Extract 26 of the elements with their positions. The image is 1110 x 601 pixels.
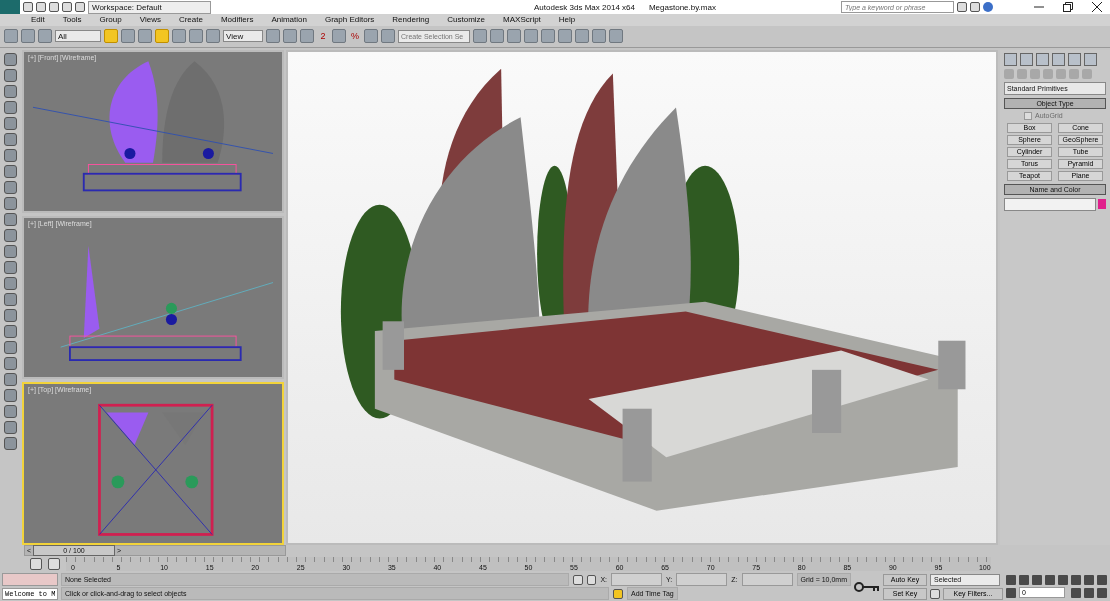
percent-snap-toggle[interactable]: % bbox=[349, 31, 361, 42]
help-icon[interactable] bbox=[983, 2, 993, 12]
menu-item[interactable]: Graph Editors bbox=[315, 15, 384, 25]
menu-item[interactable]: Customize bbox=[438, 15, 495, 25]
menu-item[interactable]: Help bbox=[549, 15, 585, 25]
menu-item[interactable]: Tools bbox=[53, 15, 91, 25]
menu-item[interactable]: Group bbox=[90, 15, 131, 25]
color-swatch[interactable] bbox=[1098, 199, 1106, 210]
menu-item[interactable]: Modifiers bbox=[211, 15, 263, 25]
x-coordinate-field[interactable] bbox=[611, 573, 663, 586]
reference-coordinate-dropdown[interactable]: View bbox=[223, 30, 263, 43]
key-icon[interactable] bbox=[854, 581, 880, 592]
name-field[interactable] bbox=[1004, 197, 1096, 211]
menu-item[interactable]: Create bbox=[169, 15, 212, 25]
menu-item[interactable]: Animation bbox=[262, 15, 316, 25]
z-coordinate-field[interactable] bbox=[741, 573, 793, 586]
snap-toggle[interactable]: 2 bbox=[317, 31, 329, 42]
menu-item[interactable]: Rendering bbox=[383, 15, 439, 25]
menu-item[interactable]: Views bbox=[130, 15, 170, 25]
y-coordinate-field[interactable] bbox=[676, 573, 728, 586]
menu-item[interactable]: MAXScript bbox=[494, 15, 550, 25]
selection-filter-dropdown[interactable]: All bbox=[55, 30, 101, 43]
menu-item[interactable]: Edit bbox=[22, 15, 54, 25]
app-title: Autodesk 3ds Max 2014 x64 bbox=[534, 2, 635, 12]
file-name: Megastone.by.max bbox=[648, 2, 716, 12]
workspace-dropdown[interactable]: Workspace: Default bbox=[88, 0, 211, 14]
